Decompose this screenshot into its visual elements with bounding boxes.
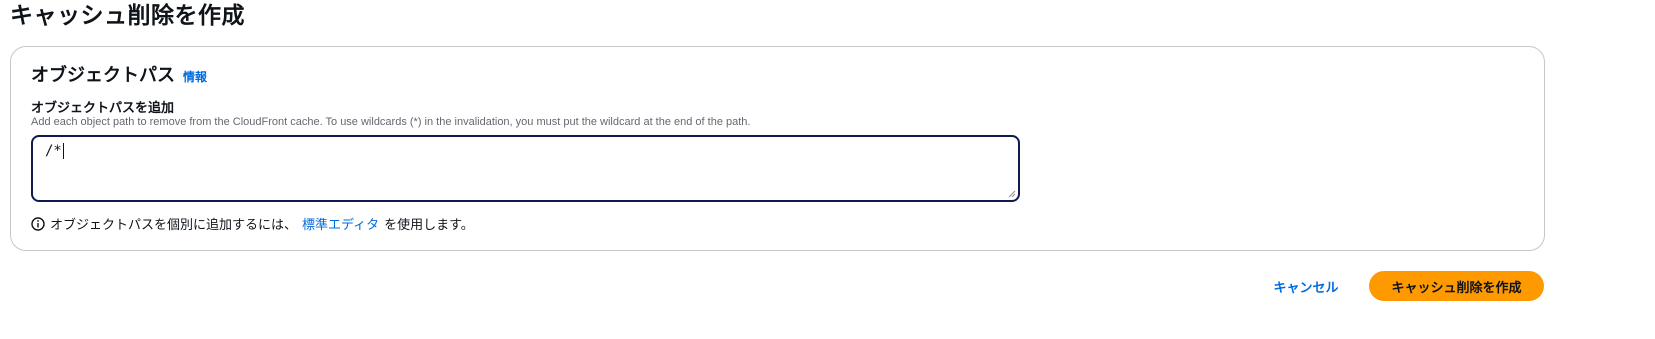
standard-editor-link[interactable]: 標準エディタ <box>302 214 379 233</box>
section-title: オブジェクトパス <box>31 65 175 86</box>
hint-text: オブジェクトパスを個別に追加するには、 標準エディタ を使用します。 <box>31 214 474 233</box>
object-paths-container: オブジェクトパス 情報 オブジェクトパスを追加 Add each object … <box>10 46 1545 251</box>
field-description: Add each object path to remove from the … <box>31 116 751 128</box>
textarea-value: /* <box>45 143 62 159</box>
resize-grip-icon[interactable] <box>1008 190 1016 198</box>
object-paths-textarea[interactable]: /* <box>31 135 1020 202</box>
text-caret <box>62 143 64 159</box>
section-header: オブジェクトパス 情報 <box>31 61 207 87</box>
field-label: オブジェクトパスを追加 <box>31 101 175 116</box>
hint-suffix: を使用します。 <box>384 218 474 233</box>
hint-prefix: オブジェクトパスを個別に追加するには、 <box>50 218 298 233</box>
create-invalidation-button[interactable]: キャッシュ削除を作成 <box>1369 271 1544 301</box>
info-link[interactable]: 情報 <box>183 68 207 85</box>
info-circle-icon <box>31 216 45 231</box>
cancel-button[interactable]: キャンセル <box>1262 271 1350 301</box>
page-title: キャッシュ削除を作成 <box>10 3 245 29</box>
